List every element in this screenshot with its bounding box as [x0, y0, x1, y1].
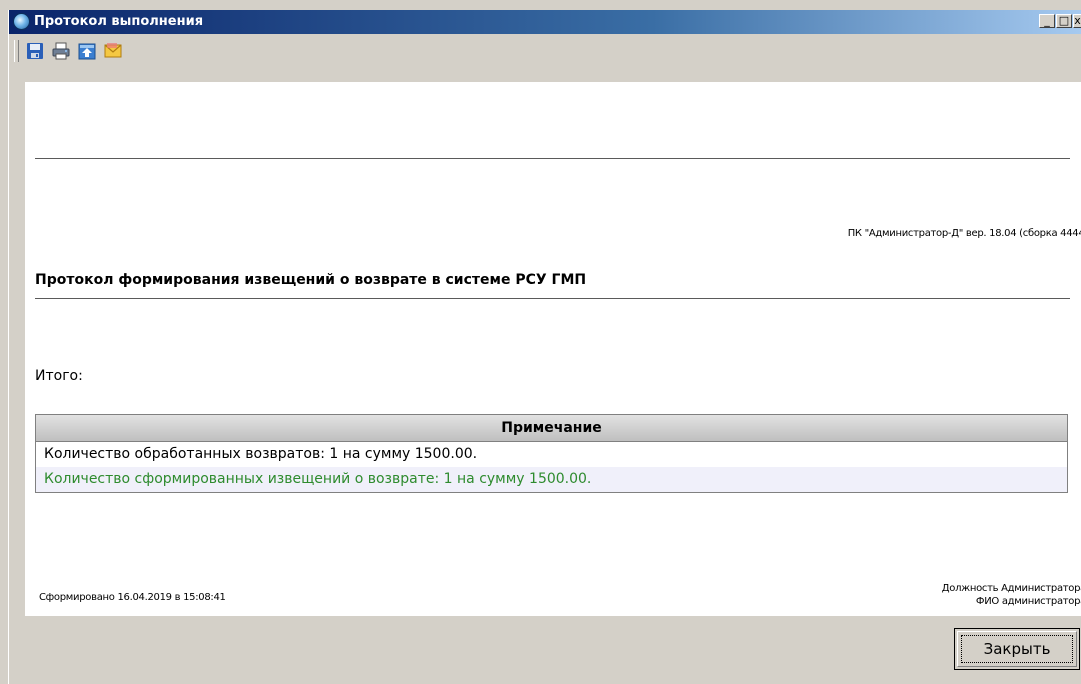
total-label: Итого:: [35, 368, 83, 384]
close-button-label: Закрыть: [983, 640, 1051, 658]
minimize-button[interactable]: _: [1039, 14, 1055, 28]
notes-table: Примечание Количество обработанных возвр…: [35, 414, 1068, 493]
title-divider: [35, 298, 1070, 299]
table-row: Количество обработанных возвратов: 1 на …: [44, 446, 478, 462]
export-icon[interactable]: [77, 41, 97, 61]
maximize-button[interactable]: □: [1056, 14, 1072, 28]
save-icon[interactable]: [25, 41, 45, 61]
close-window-button[interactable]: x: [1073, 14, 1081, 28]
generated-timestamp: Сформировано 16.04.2019 в 15:08:41: [39, 592, 226, 603]
table-row: Количество сформированных извещений о во…: [36, 467, 1067, 492]
top-divider: [35, 158, 1070, 159]
signature-position: Должность Администратора: [941, 583, 1081, 594]
window-title: Протокол выполнения: [34, 14, 204, 29]
title-bar[interactable]: Протокол выполнения _ □ x: [9, 10, 1081, 34]
toolbar: [9, 34, 1081, 68]
execution-protocol-window: Протокол выполнения _ □ x ПК "Администра…: [8, 10, 1081, 684]
close-button[interactable]: Закрыть: [954, 628, 1080, 670]
print-icon[interactable]: [51, 41, 71, 61]
email-icon[interactable]: [103, 41, 123, 61]
notes-table-header: Примечание: [36, 415, 1067, 442]
signature-name: ФИО администратора: [975, 596, 1081, 607]
report-preview: ПК "Администратор-Д" вер. 18.04 (сборка …: [25, 82, 1081, 616]
report-title: Протокол формирования извещений о возвра…: [35, 272, 587, 288]
toolbar-grip[interactable]: [14, 40, 19, 62]
version-line: ПК "Администратор-Д" вер. 18.04 (сборка …: [847, 228, 1081, 239]
app-icon: [13, 13, 30, 30]
signature-block: Должность Администратора ФИО администрат…: [942, 582, 1081, 608]
